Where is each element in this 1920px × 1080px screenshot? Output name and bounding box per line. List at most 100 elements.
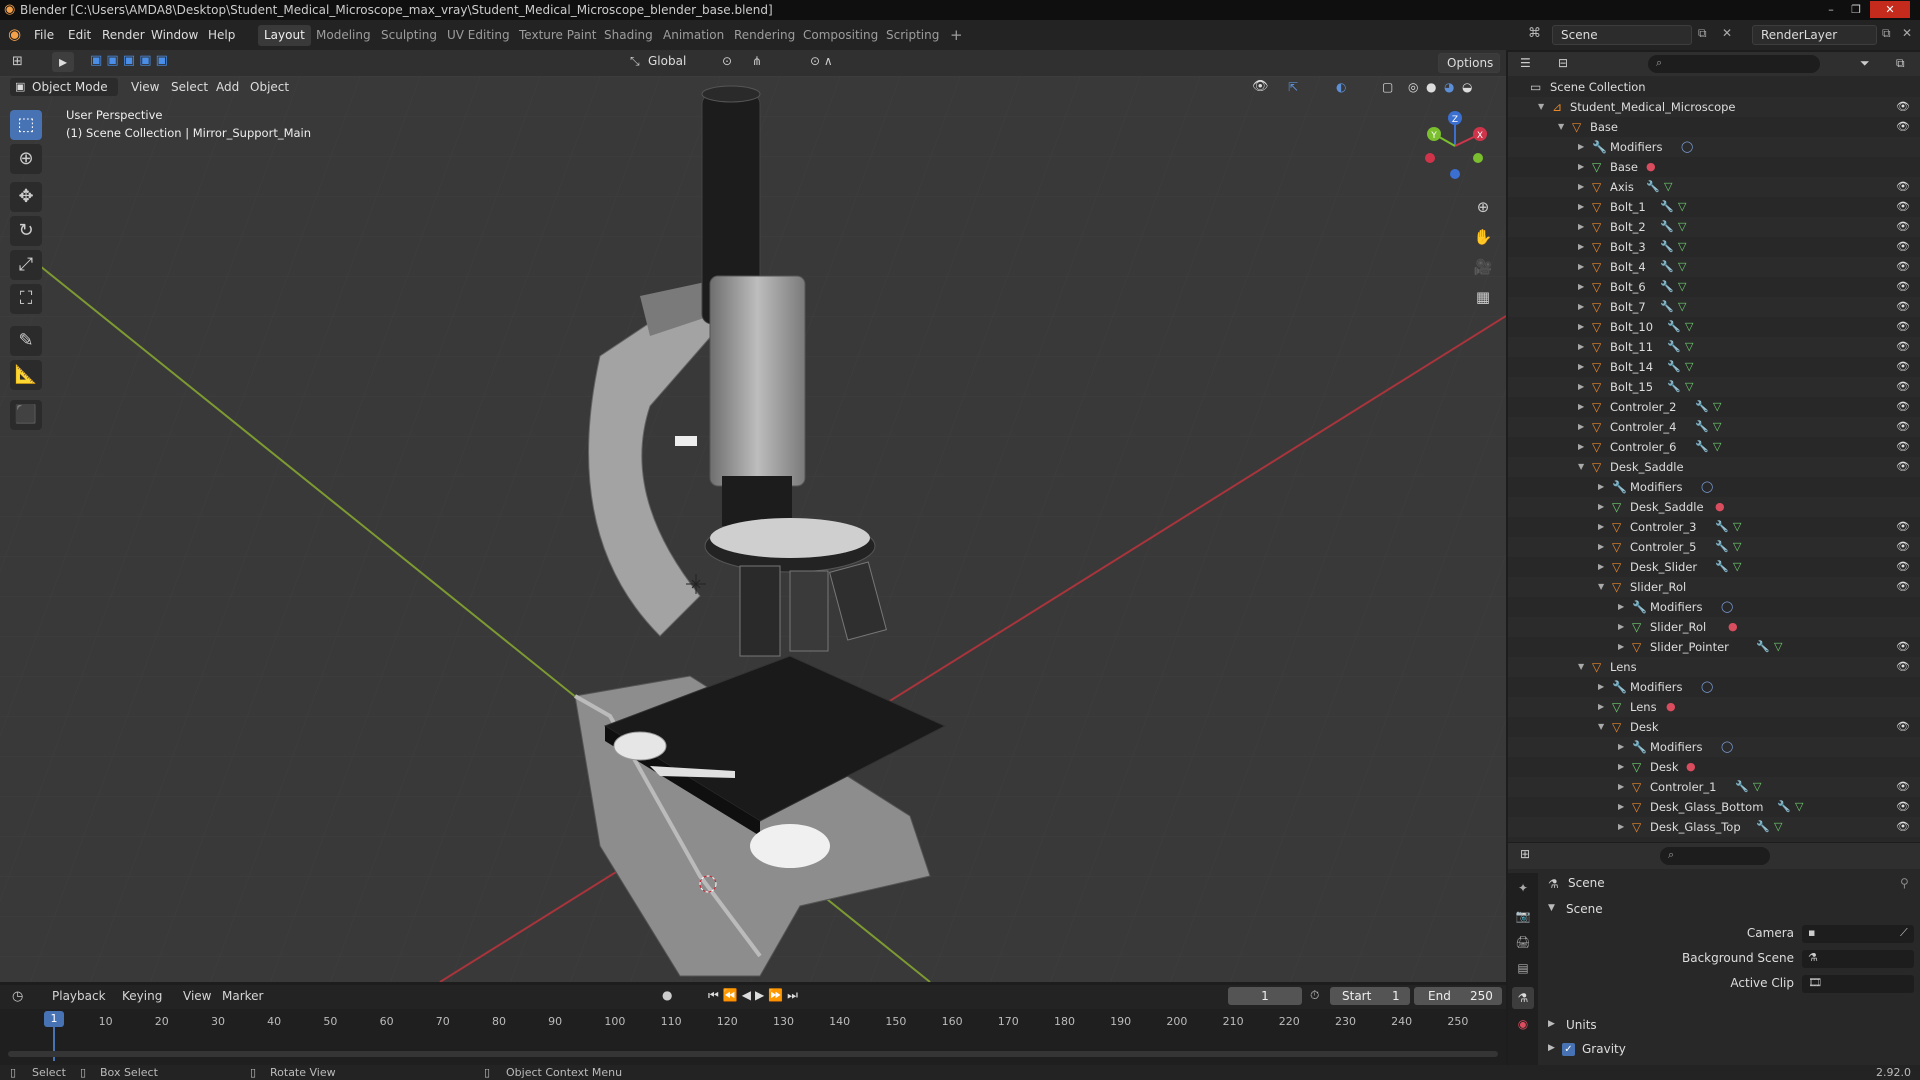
visibility-eye-icon[interactable]: 👁 bbox=[1896, 517, 1910, 537]
active-clip-field[interactable]: 🎞 bbox=[1802, 975, 1914, 993]
visibility-eye-icon[interactable]: 👁 bbox=[1896, 117, 1910, 137]
pin-icon[interactable]: ⚲ bbox=[1900, 876, 1909, 890]
visibility-eye-icon[interactable]: 👁 bbox=[1896, 177, 1910, 197]
visibility-eye-icon[interactable]: 👁 bbox=[1896, 557, 1910, 577]
visibility-eye-icon[interactable]: 👁 bbox=[1896, 657, 1910, 677]
annotate-tool-icon[interactable]: ✎ bbox=[10, 326, 42, 356]
collapse-arrow-icon[interactable]: ▼ bbox=[1598, 577, 1604, 597]
tab-texture-paint[interactable]: Texture Paint bbox=[513, 25, 602, 46]
expand-arrow-icon[interactable]: ▶ bbox=[1578, 197, 1584, 217]
expand-arrow-icon[interactable]: ▶ bbox=[1578, 237, 1584, 257]
timeline-scrollbar[interactable] bbox=[8, 1051, 1498, 1057]
expand-arrow-icon[interactable]: ▶ bbox=[1578, 277, 1584, 297]
visibility-eye-icon[interactable]: 👁 bbox=[1896, 277, 1910, 297]
gravity-checkbox[interactable]: ✓ bbox=[1562, 1043, 1575, 1056]
menu-render[interactable]: Render bbox=[98, 26, 149, 44]
outliner-row[interactable]: ▶ ▽ Desk_Slider 🔧 ▽ 👁 bbox=[1508, 557, 1920, 577]
timeline-menu-view[interactable]: View bbox=[183, 989, 211, 1003]
expand-arrow-icon[interactable]: ▶ bbox=[1618, 597, 1624, 617]
expand-arrow-icon[interactable]: ▶ bbox=[1598, 697, 1604, 717]
tab-scripting[interactable]: Scripting bbox=[880, 25, 945, 46]
snap-icon[interactable]: ⋔ bbox=[752, 54, 762, 68]
expand-arrow-icon[interactable]: ▶ bbox=[1578, 337, 1584, 357]
background-scene-field[interactable]: ⚗ bbox=[1802, 950, 1914, 968]
scene-browse-icon[interactable]: ⌘ bbox=[1528, 26, 1541, 41]
expand-arrow-icon[interactable]: ▶ bbox=[1618, 817, 1624, 837]
visibility-eye-icon[interactable]: 👁 bbox=[1896, 237, 1910, 257]
outliner-search-input[interactable]: ⌕ bbox=[1648, 55, 1820, 73]
visibility-eye-icon[interactable]: 👁 bbox=[1896, 817, 1910, 837]
delete-scene-icon[interactable]: ✕ bbox=[1722, 26, 1732, 40]
end-frame-field[interactable]: End 250 bbox=[1414, 987, 1502, 1005]
expand-arrow-icon[interactable]: ▶ bbox=[1618, 737, 1624, 757]
outliner-row[interactable]: ▶ ▽ Desk ● bbox=[1508, 757, 1920, 777]
expand-arrow-icon[interactable]: ▶ bbox=[1578, 217, 1584, 237]
visibility-eye-icon[interactable]: 👁 bbox=[1896, 297, 1910, 317]
mode-selector[interactable]: ▣ Object Mode bbox=[10, 78, 118, 96]
tab-compositing[interactable]: Compositing bbox=[797, 25, 884, 46]
expand-arrow-icon[interactable]: ▶ bbox=[1598, 477, 1604, 497]
transform-tool-icon[interactable]: ⛶ bbox=[10, 284, 42, 314]
move-tool-icon[interactable]: ✥ bbox=[10, 182, 42, 212]
expand-arrow-icon[interactable]: ▶ bbox=[1618, 617, 1624, 637]
new-collection-icon[interactable]: ⧉ bbox=[1896, 56, 1905, 71]
rotate-tool-icon[interactable]: ↻ bbox=[10, 216, 42, 246]
start-frame-field[interactable]: Start 1 bbox=[1330, 987, 1410, 1005]
navigation-gizmo[interactable]: Z X Y bbox=[1420, 106, 1500, 186]
collapse-arrow-icon[interactable]: ▼ bbox=[1538, 97, 1544, 117]
outliner-row[interactable]: ▶ ▽ Bolt_10 🔧 ▽ 👁 bbox=[1508, 317, 1920, 337]
eyedropper-icon[interactable]: ⟋ bbox=[1900, 926, 1908, 940]
expand-arrow-icon[interactable]: ▶ bbox=[1598, 557, 1604, 577]
menu-window[interactable]: Window bbox=[147, 26, 202, 44]
minimize-icon[interactable]: – bbox=[1820, 1, 1842, 18]
view-layer-tab-icon[interactable]: ▤ bbox=[1512, 957, 1534, 979]
perspective-grid-icon[interactable]: ▦ bbox=[1470, 284, 1496, 310]
outliner-row[interactable]: ▶ ▽ Bolt_14 🔧 ▽ 👁 bbox=[1508, 357, 1920, 377]
expand-arrow-icon[interactable]: ▶ bbox=[1578, 357, 1584, 377]
scene-collection-row[interactable]: ▭ Scene Collection bbox=[1508, 77, 1920, 97]
tab-sculpting[interactable]: Sculpting bbox=[375, 25, 443, 46]
tab-uv-editing[interactable]: UV Editing bbox=[441, 25, 516, 46]
expand-arrow-icon[interactable]: ▶ bbox=[1578, 257, 1584, 277]
world-tab-icon[interactable]: ◉ bbox=[1512, 1013, 1534, 1035]
outliner-row[interactable]: ▶ ▽ Controler_2 🔧 ▽ 👁 bbox=[1508, 397, 1920, 417]
gravity-panel-header[interactable]: ▶ ✓ Gravity bbox=[1542, 1041, 1916, 1061]
visibility-eye-icon[interactable]: 👁 bbox=[1896, 97, 1910, 117]
visibility-eye-icon[interactable]: 👁 bbox=[1896, 337, 1910, 357]
outliner-row[interactable]: ▼ ▽ Desk_Saddle 👁 bbox=[1508, 457, 1920, 477]
rendered-shading-icon[interactable]: ◒ bbox=[1462, 77, 1472, 97]
render-tab-icon[interactable]: 📷 bbox=[1512, 905, 1534, 927]
outliner-row[interactable]: ▶ ▽ Base ● bbox=[1508, 157, 1920, 177]
output-tab-icon[interactable]: 🖨 bbox=[1512, 931, 1534, 953]
visibility-eye-icon[interactable]: 👁 bbox=[1896, 217, 1910, 237]
outliner-row[interactable]: ▶ 🔧 Modifiers ◯ bbox=[1508, 737, 1920, 757]
timeline-menu-marker[interactable]: Marker bbox=[222, 989, 263, 1003]
scene-panel-header[interactable]: ▼ Scene bbox=[1542, 901, 1916, 921]
outliner-row[interactable]: ▶ ▽ Controler_1 🔧 ▽ 👁 bbox=[1508, 777, 1920, 797]
visibility-eye-icon[interactable]: 👁 bbox=[1896, 777, 1910, 797]
delete-layer-icon[interactable]: ✕ bbox=[1902, 26, 1912, 40]
visibility-eye-icon[interactable]: 👁 bbox=[1896, 457, 1910, 477]
visibility-eye-icon[interactable]: 👁 bbox=[1896, 717, 1910, 737]
properties-editor[interactable]: ⊞ ⌕ ✦ 📷 🖨 ▤ ⚗ ◉ ⚗ Scene ⚲ ▼ Scene Camera… bbox=[1508, 843, 1920, 1065]
cursor-tool-icon[interactable]: ⊕ bbox=[10, 144, 42, 174]
pivot-point-icon[interactable]: ⊙ bbox=[722, 54, 732, 68]
select-tool-icon[interactable]: ▸ bbox=[52, 52, 74, 72]
auto-keying-icon[interactable]: ● bbox=[662, 988, 672, 1002]
expand-arrow-icon[interactable]: ▶ bbox=[1578, 157, 1584, 177]
outliner-row[interactable]: ▶ ▽ Bolt_7 🔧 ▽ 👁 bbox=[1508, 297, 1920, 317]
select-box-tool-icon[interactable]: ⬚ bbox=[10, 110, 42, 140]
timeline[interactable]: ◷ Playback Keying View Marker ● ⏮⏪◀▶⏩⏭ 1… bbox=[0, 985, 1506, 1065]
outliner-row[interactable]: ▼ ▽ Slider_Rol 👁 bbox=[1508, 577, 1920, 597]
display-mode-icon[interactable]: ⊟ bbox=[1558, 56, 1568, 70]
outliner[interactable]: ☰ ⊟ ⌕ ⏷ ⧉ ▭ Scene Collection ▼ ⊿ Student_M… bbox=[1508, 52, 1920, 842]
selection-mode-icons[interactable]: ▣ ▣ ▣ ▣ ▣ bbox=[90, 53, 168, 68]
outliner-row[interactable]: ▶ ▽ Axis 🔧 ▽ 👁 bbox=[1508, 177, 1920, 197]
scene-tab-icon[interactable]: ⚗ bbox=[1512, 987, 1534, 1009]
transform-orientation-select[interactable]: Global bbox=[648, 54, 686, 68]
tab-modeling[interactable]: Modeling bbox=[310, 25, 377, 46]
outliner-editor-icon[interactable]: ☰ bbox=[1520, 56, 1531, 70]
expand-arrow-icon[interactable]: ▶ bbox=[1578, 317, 1584, 337]
add-workspace-icon[interactable]: + bbox=[944, 25, 969, 46]
outliner-row[interactable]: ▶ ▽ Slider_Rol ● bbox=[1508, 617, 1920, 637]
